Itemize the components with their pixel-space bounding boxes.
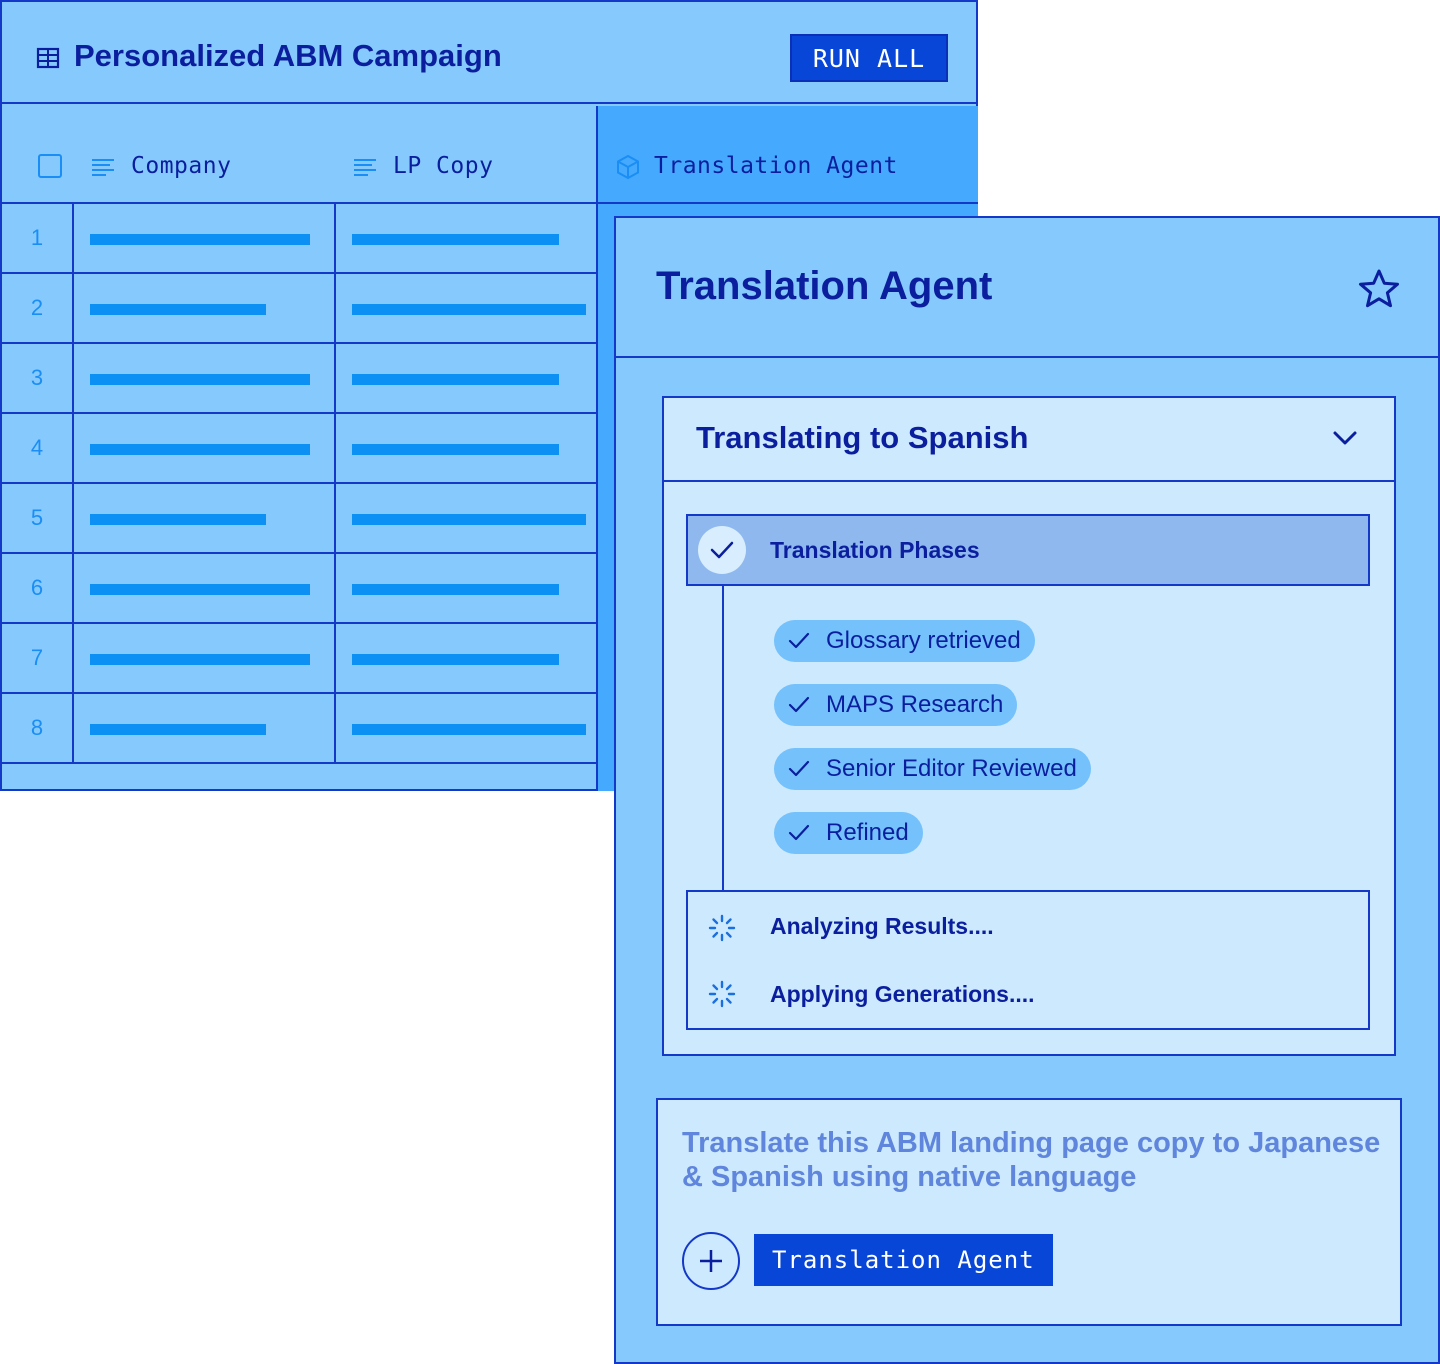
company-cell[interactable] xyxy=(74,624,336,692)
placeholder-bar xyxy=(352,584,559,595)
check-icon xyxy=(788,760,810,777)
placeholder-bar xyxy=(90,444,310,455)
translation-status-card: Translating to Spanish Translation Phase… xyxy=(662,396,1396,1056)
prompt-input-box[interactable]: Translate this ABM landing page copy to … xyxy=(656,1098,1402,1326)
row-number: 5 xyxy=(2,484,74,552)
status-accordion-header[interactable]: Translating to Spanish xyxy=(664,398,1394,482)
row-number: 8 xyxy=(2,694,74,762)
spinner-icon xyxy=(708,980,736,1008)
step-label: Glossary retrieved xyxy=(826,627,1021,654)
placeholder-bar xyxy=(352,234,559,245)
phase-label: Translation Phases xyxy=(770,536,980,563)
company-cell[interactable] xyxy=(74,694,336,762)
placeholder-bar xyxy=(352,374,559,385)
company-cell[interactable] xyxy=(74,414,336,482)
chevron-down-icon[interactable] xyxy=(1332,428,1358,448)
select-all-checkbox[interactable] xyxy=(38,154,62,178)
step-label: Refined xyxy=(826,819,909,846)
company-cell[interactable] xyxy=(74,274,336,342)
spreadsheet-title: Personalized ABM Campaign xyxy=(74,38,502,73)
phase-translation-phases[interactable]: Translation Phases xyxy=(686,514,1370,586)
table-body: 1 2 3 4 5 6 7 8 xyxy=(2,204,596,764)
add-button[interactable] xyxy=(682,1232,740,1290)
placeholder-bar xyxy=(352,654,559,665)
column-header-translation-agent[interactable]: Translation Agent xyxy=(654,153,898,179)
lp-copy-cell[interactable] xyxy=(336,344,596,412)
step-label: Senior Editor Reviewed xyxy=(826,755,1077,782)
row-number: 4 xyxy=(2,414,74,482)
step-chip: Refined xyxy=(774,812,923,854)
placeholder-bar xyxy=(90,724,266,735)
row-number: 3 xyxy=(2,344,74,412)
placeholder-bar xyxy=(90,374,310,385)
row-number: 1 xyxy=(2,204,74,272)
table-row[interactable]: 6 xyxy=(2,554,596,624)
check-icon xyxy=(788,696,810,713)
translation-agent-tag[interactable]: Translation Agent xyxy=(754,1234,1053,1286)
step-chip: Senior Editor Reviewed xyxy=(774,748,1091,790)
company-cell[interactable] xyxy=(74,204,336,272)
table-row[interactable]: 1 xyxy=(2,204,596,274)
step-chip: MAPS Research xyxy=(774,684,1018,726)
check-icon xyxy=(788,824,810,841)
step-label: MAPS Research xyxy=(826,691,1004,718)
text-lines-icon xyxy=(354,159,376,176)
phase-analyzing-results[interactable]: Analyzing Results.... xyxy=(686,890,1370,962)
row-number: 2 xyxy=(2,274,74,342)
placeholder-bar xyxy=(90,514,266,525)
company-cell[interactable] xyxy=(74,554,336,622)
placeholder-bar xyxy=(352,514,586,525)
run-all-button[interactable]: RUN ALL xyxy=(790,34,948,82)
phase-applying-generations[interactable]: Applying Generations.... xyxy=(686,960,1370,1030)
panel-title: Translation Agent xyxy=(656,264,993,308)
star-icon[interactable] xyxy=(1358,268,1400,310)
lp-copy-cell[interactable] xyxy=(336,204,596,272)
spinner-icon xyxy=(708,914,736,942)
lp-copy-cell[interactable] xyxy=(336,694,596,762)
check-icon xyxy=(710,541,734,559)
tree-connector xyxy=(722,586,724,890)
text-lines-icon xyxy=(92,159,114,176)
lp-copy-cell[interactable] xyxy=(336,624,596,692)
table-row[interactable]: 8 xyxy=(2,694,596,764)
row-number: 6 xyxy=(2,554,74,622)
column-header-lp-copy[interactable]: LP Copy xyxy=(393,153,493,179)
plus-icon xyxy=(700,1250,722,1272)
table-row[interactable]: 2 xyxy=(2,274,596,344)
lp-copy-cell[interactable] xyxy=(336,554,596,622)
lp-copy-cell[interactable] xyxy=(336,484,596,552)
placeholder-bar xyxy=(90,654,310,665)
table-row[interactable]: 5 xyxy=(2,484,596,554)
cube-icon xyxy=(617,154,639,180)
phase-label: Analyzing Results.... xyxy=(770,912,994,939)
table-row[interactable]: 7 xyxy=(2,624,596,694)
check-icon xyxy=(788,632,810,649)
phase-label: Applying Generations.... xyxy=(770,980,1035,1007)
prompt-text[interactable]: Translate this ABM landing page copy to … xyxy=(682,1126,1382,1194)
placeholder-bar xyxy=(90,584,310,595)
placeholder-bar xyxy=(90,234,310,245)
row-number: 7 xyxy=(2,624,74,692)
placeholder-bar xyxy=(352,304,586,315)
translation-agent-panel: Translation Agent Translating to Spanish… xyxy=(614,216,1440,1364)
company-cell[interactable] xyxy=(74,344,336,412)
panel-header: Translation Agent xyxy=(616,218,1438,358)
column-header-company[interactable]: Company xyxy=(131,153,231,179)
placeholder-bar xyxy=(90,304,266,315)
company-cell[interactable] xyxy=(74,484,336,552)
status-title: Translating to Spanish xyxy=(696,420,1029,455)
check-circle-icon xyxy=(698,526,746,574)
placeholder-bar xyxy=(352,444,559,455)
lp-copy-cell[interactable] xyxy=(336,414,596,482)
lp-copy-cell[interactable] xyxy=(336,274,596,342)
table-row[interactable]: 3 xyxy=(2,344,596,414)
placeholder-bar xyxy=(352,724,586,735)
table-icon xyxy=(36,47,60,69)
step-chip: Glossary retrieved xyxy=(774,620,1035,662)
column-header-row xyxy=(2,106,596,204)
spreadsheet-titlebar: Personalized ABM Campaign RUN ALL xyxy=(2,2,976,104)
table-row[interactable]: 4 xyxy=(2,414,596,484)
